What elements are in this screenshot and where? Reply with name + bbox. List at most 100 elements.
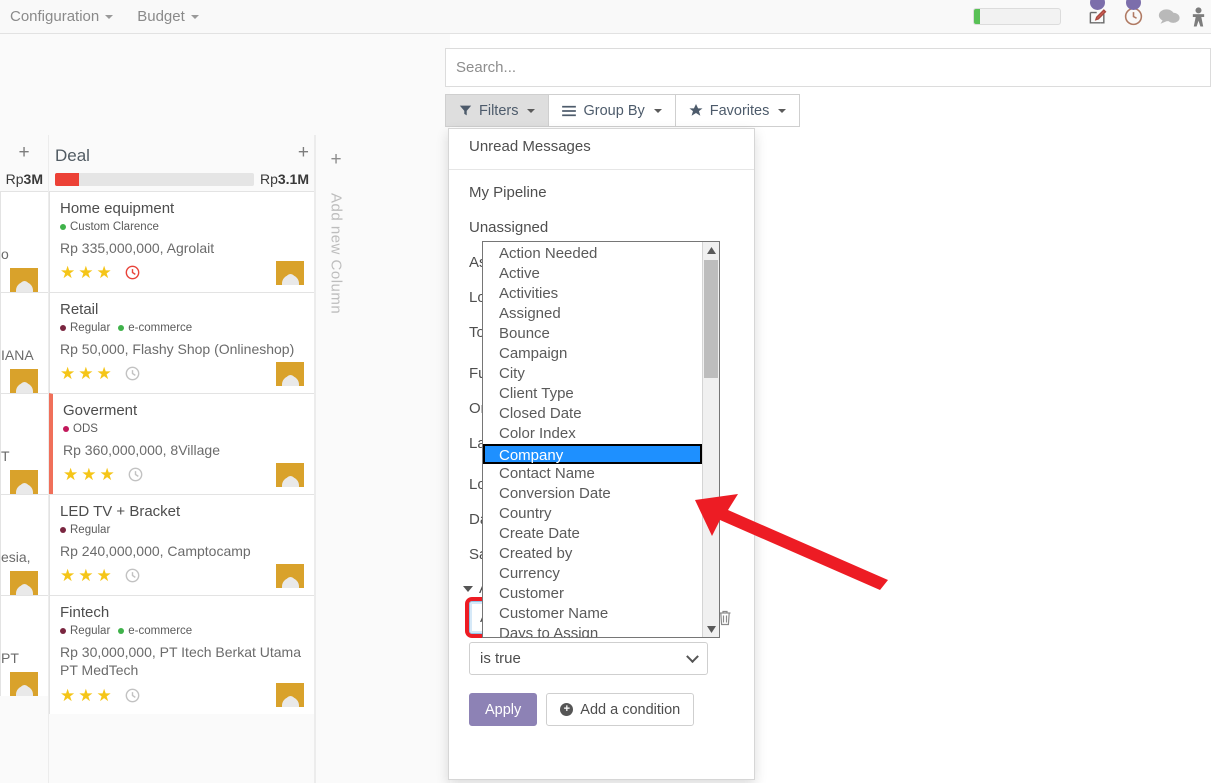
chevron-down-icon (527, 108, 536, 113)
condition-operator-select[interactable]: is true (469, 642, 708, 675)
avatar (10, 470, 38, 494)
field-option[interactable]: Client Type (483, 384, 702, 404)
condition-operator-row: is true (469, 642, 734, 675)
kanban-card-footer (1, 470, 38, 494)
filter-item-unread-messages[interactable]: Unread Messages (449, 129, 754, 164)
star-rating[interactable]: ★★★ (60, 365, 115, 382)
avatar (276, 683, 304, 708)
field-select-listbox[interactable]: Action Needed Active Activities Assigned Bou… (482, 241, 720, 638)
field-option-selected[interactable]: Company (483, 444, 702, 464)
field-option[interactable]: Created by (483, 544, 702, 564)
favorites-button[interactable]: Favorites (674, 94, 801, 127)
kanban-card-tag: Regular (60, 625, 110, 637)
field-option[interactable]: Color Index (483, 424, 702, 444)
kanban-card-footer: ★★★ (60, 683, 304, 708)
kanban-card-tag: Regular (60, 524, 110, 536)
add-card-button[interactable]: + (19, 143, 30, 162)
triangle-up-icon[interactable] (703, 242, 719, 258)
kanban-card-tags: Regular (60, 524, 304, 536)
funnel-icon (459, 105, 472, 116)
kanban-column: Deal + Rp3.1M Home equipment Custom Clarence… (49, 135, 315, 783)
kanban-card-footer: ★★★ (63, 462, 304, 487)
kanban-card[interactable]: LED TV + Bracket Regular Rp 240,000,000, C… (49, 493, 315, 595)
kanban-card-tags: Custom Clarence (60, 221, 304, 233)
compose-icon[interactable] (1079, 0, 1115, 34)
kanban-card-amount: T (1, 448, 10, 464)
field-list-scrollbar[interactable] (702, 242, 719, 637)
kanban-card-tag: e-commerce (118, 322, 192, 334)
menu-budget[interactable]: Budget (125, 0, 211, 34)
field-option[interactable]: Action Needed (483, 244, 702, 264)
plus-icon[interactable]: + (331, 149, 342, 171)
kanban-card[interactable]: o (0, 191, 49, 292)
star-rating[interactable]: ★★★ (63, 466, 118, 483)
kanban-card[interactable]: PT (0, 595, 49, 696)
field-option[interactable]: Bounce (483, 324, 702, 344)
field-option[interactable]: Contact Name (483, 464, 702, 484)
field-option[interactable]: Customer (483, 584, 702, 604)
condition-actions: Apply + Add a condition (449, 683, 754, 740)
kanban-card-tag: Custom Clarence (60, 221, 159, 233)
field-option[interactable]: Active (483, 264, 702, 284)
kanban-card[interactable]: Retail Regular e-commerce Rp 50,000, Flashy… (49, 291, 315, 393)
field-option[interactable]: Campaign (483, 344, 702, 364)
star-rating[interactable]: ★★★ (60, 567, 115, 584)
menu-budget-label: Budget (137, 7, 185, 25)
avatar (10, 369, 38, 393)
chat-bubble-icon[interactable] (1151, 0, 1187, 34)
scrollbar-thumb[interactable] (704, 260, 718, 378)
field-option[interactable]: Conversion Date (483, 484, 702, 504)
field-option[interactable]: Create Date (483, 524, 702, 544)
apply-button[interactable]: Apply (469, 693, 538, 726)
field-option[interactable]: City (483, 364, 702, 384)
kanban-card-amount: Rp 50,000, Flashy Shop (Onlineshop) (60, 340, 295, 357)
trash-icon (719, 610, 731, 625)
field-option[interactable]: Assigned (483, 304, 702, 324)
list-icon (562, 105, 577, 116)
star-rating[interactable]: ★★★ (60, 687, 115, 704)
kanban-card-amount: IANA (1, 347, 34, 363)
star-rating[interactable]: ★★★ (60, 264, 115, 281)
kanban-card[interactable]: esia, (0, 494, 49, 595)
kanban-card[interactable]: T (0, 393, 49, 494)
clock-icon (128, 467, 143, 482)
kanban-card-title: LED TV + Bracket (60, 502, 181, 520)
plus-circle-icon: + (560, 703, 574, 716)
kanban-card[interactable]: IANA (0, 292, 49, 393)
field-option[interactable]: Currency (483, 564, 702, 584)
triangle-down-icon[interactable] (703, 621, 719, 637)
field-option[interactable]: Closed Date (483, 404, 702, 424)
column-total-amount: Rp3.1M (259, 171, 309, 187)
search-box[interactable] (445, 48, 1211, 87)
field-option[interactable]: Days to Assign (483, 624, 702, 637)
kanban-card[interactable]: Goverment ODS Rp 360,000,000, 8Village ★★★ (49, 392, 315, 494)
add-new-column[interactable]: + Add new Column (315, 135, 357, 783)
add-card-button[interactable]: + (298, 143, 309, 162)
kanban-card-tag: e-commerce (118, 625, 192, 637)
filter-item-my-pipeline[interactable]: My Pipeline (449, 175, 754, 210)
menu-configuration[interactable]: Configuration (0, 0, 125, 34)
add-new-column-label: Add new Column (327, 193, 345, 315)
filter-item-unassigned[interactable]: Unassigned (449, 210, 754, 245)
kanban-column-progress: Rp3.1M (49, 171, 315, 187)
field-option[interactable]: Customer Name (483, 604, 702, 624)
clock-icon (125, 688, 140, 703)
filters-button[interactable]: Filters (445, 94, 549, 127)
add-condition-button[interactable]: + Add a condition (546, 693, 695, 726)
chevron-down-icon (190, 14, 199, 19)
field-option[interactable]: Activities (483, 284, 702, 304)
group-by-button[interactable]: Group By (548, 94, 675, 127)
avatar (276, 361, 304, 386)
chevron-down-icon (653, 108, 662, 113)
kanban-card[interactable]: Home equipment Custom Clarence Rp 335,000,… (49, 191, 315, 292)
kanban-card-title: Home equipment (60, 200, 175, 217)
avatar (10, 672, 38, 696)
clock-icon[interactable] (1115, 0, 1151, 34)
triangle-down-icon (463, 585, 473, 592)
field-option[interactable]: Country (483, 504, 702, 524)
search-input[interactable] (456, 59, 1200, 76)
kanban-card-footer (1, 571, 38, 595)
kanban-card-amount: o (1, 246, 9, 262)
kanban-card[interactable]: Fintech Regular e-commerce Rp 30,000,000, P… (49, 594, 315, 715)
user-menu-icon[interactable] (1187, 0, 1209, 34)
